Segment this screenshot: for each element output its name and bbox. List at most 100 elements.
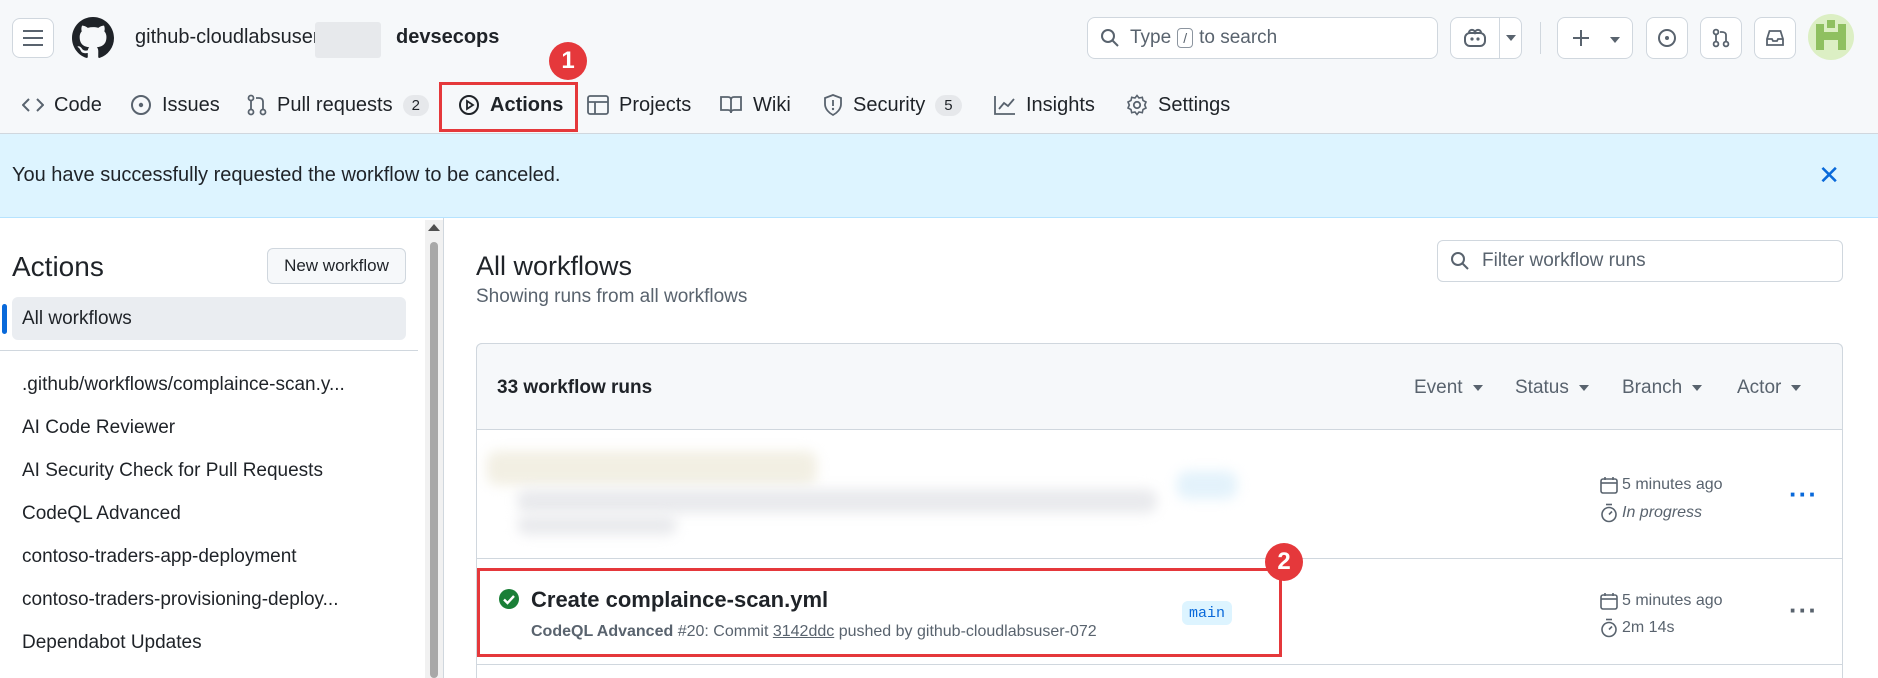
run-menu-kebab-icon[interactable]: ··· — [1789, 597, 1818, 623]
search-input[interactable]: Type / to search — [1087, 17, 1438, 59]
flash-message: You have successfully requested the work… — [12, 164, 561, 186]
search-shortcut: / — [1177, 28, 1194, 48]
run-duration: 2m 14s — [1600, 618, 1674, 638]
tab-code[interactable]: Code — [22, 76, 102, 134]
sidebar-item-workflow[interactable]: CodeQL Advanced — [22, 503, 181, 525]
tab-issues[interactable]: Issues — [130, 76, 220, 134]
tab-settings[interactable]: Settings — [1126, 76, 1230, 134]
scroll-up-icon[interactable] — [428, 224, 440, 231]
tab-label: Insights — [1026, 93, 1095, 116]
highlight-run-row — [477, 568, 1282, 657]
run-time: 5 minutes ago — [1600, 592, 1723, 610]
sidebar-title: Actions — [12, 251, 104, 282]
repo-name[interactable]: devsecops — [396, 26, 499, 49]
filter-label: Actor — [1737, 377, 1782, 398]
branch-filter[interactable]: Branch — [1622, 377, 1703, 399]
graph-icon — [994, 96, 1015, 115]
tab-label: Code — [54, 93, 102, 116]
sidebar-item-workflow[interactable]: .github/workflows/complaince-scan.y... — [22, 374, 345, 396]
sidebar-scrollbar-thumb[interactable] — [430, 242, 438, 678]
stopwatch-icon — [1601, 618, 1617, 638]
status-filter[interactable]: Status — [1515, 377, 1589, 399]
sidebar-item-workflow[interactable]: contoso-traders-app-deployment — [22, 546, 297, 568]
org-name[interactable]: github-cloudlabsuser — [135, 26, 320, 49]
copilot-button[interactable] — [1450, 17, 1522, 59]
menu-button[interactable] — [12, 18, 54, 58]
issues-button[interactable] — [1646, 17, 1688, 59]
calendar-icon — [1600, 593, 1618, 610]
plus-icon — [1573, 30, 1589, 46]
close-icon[interactable]: ✕ — [1818, 162, 1840, 188]
chevron-down-icon[interactable] — [1506, 35, 1516, 41]
inbox-button[interactable] — [1754, 17, 1796, 59]
tab-label: Pull requests — [277, 93, 393, 116]
search-icon — [1451, 252, 1469, 270]
run-time: 5 minutes ago — [1600, 476, 1723, 494]
avatar[interactable] — [1808, 14, 1854, 60]
filter-label: Status — [1515, 377, 1569, 398]
sidebar-item-workflow[interactable]: Dependabot Updates — [22, 632, 202, 654]
blurred-run-info — [487, 451, 817, 485]
runs-count: 33 workflow runs — [497, 377, 653, 398]
tab-projects[interactable]: Projects — [587, 76, 691, 134]
table-icon — [587, 95, 609, 115]
hamburger-icon — [23, 30, 43, 46]
identicon-icon — [1816, 20, 1846, 50]
filter-runs-input[interactable]: Filter workflow runs — [1437, 240, 1843, 282]
stopwatch-icon — [1601, 503, 1617, 523]
sidebar-item-workflow[interactable]: AI Code Reviewer — [22, 417, 175, 439]
table-row[interactable] — [477, 431, 1842, 558]
create-new-button[interactable] — [1557, 17, 1633, 59]
shield-icon — [824, 94, 842, 116]
pull-requests-count: 2 — [402, 94, 429, 116]
copilot-icon — [1464, 28, 1486, 47]
issue-opened-icon — [131, 95, 151, 115]
actor-filter[interactable]: Actor — [1737, 377, 1802, 399]
search-prefix: Type — [1130, 27, 1172, 48]
tab-wiki[interactable]: Wiki — [719, 76, 791, 134]
new-workflow-button[interactable]: New workflow — [267, 248, 406, 284]
chevron-down-icon — [1610, 37, 1620, 43]
tab-label: Settings — [1158, 93, 1231, 116]
inbox-icon — [1766, 30, 1784, 46]
run-duration-text: 2m 14s — [1622, 619, 1675, 636]
blurred-branch — [1177, 471, 1237, 499]
tab-security[interactable]: Security 5 — [823, 76, 962, 134]
tab-label: Wiki — [753, 93, 791, 116]
sidebar-divider — [0, 350, 418, 351]
event-filter[interactable]: Event — [1414, 377, 1483, 399]
sidebar-item-all-workflows[interactable]: All workflows — [12, 297, 406, 340]
blurred-run-info — [517, 515, 677, 535]
run-duration: In progress — [1600, 503, 1702, 523]
gear-icon — [1126, 94, 1148, 116]
tab-label: Issues — [162, 93, 220, 116]
security-count: 5 — [935, 94, 962, 116]
sidebar-item-workflow[interactable]: AI Security Check for Pull Requests — [22, 460, 323, 482]
annotation-marker-1: 1 — [549, 42, 587, 80]
chevron-down-icon — [1692, 385, 1703, 391]
sidebar-border — [443, 218, 444, 678]
run-menu-kebab-icon[interactable]: ··· — [1789, 481, 1818, 507]
run-time-text: 5 minutes ago — [1622, 476, 1723, 493]
sidebar-item-label: All workflows — [22, 307, 132, 329]
tab-pull-requests[interactable]: Pull requests 2 — [247, 76, 429, 134]
active-item-indicator — [2, 304, 7, 334]
chevron-down-icon — [1578, 385, 1589, 391]
highlight-actions-tab — [439, 82, 578, 132]
calendar-icon — [1600, 477, 1618, 494]
page-subtitle: Showing runs from all workflows — [476, 286, 748, 307]
header-divider — [1540, 22, 1541, 54]
page-title: All workflows — [476, 251, 633, 281]
sidebar-item-workflow[interactable]: contoso-traders-provisioning-deploy... — [22, 589, 338, 611]
filter-placeholder: Filter workflow runs — [1482, 250, 1646, 271]
tab-insights[interactable]: Insights — [994, 76, 1095, 134]
pull-requests-button[interactable] — [1700, 17, 1742, 59]
annotation-marker-2: 2 — [1265, 543, 1303, 581]
run-duration-text: In progress — [1622, 504, 1703, 521]
github-logo-icon[interactable] — [72, 17, 114, 59]
flash-banner: You have successfully requested the work… — [0, 134, 1878, 218]
run-time-text: 5 minutes ago — [1622, 592, 1723, 609]
tab-label: Security — [853, 93, 926, 116]
book-icon — [720, 96, 742, 114]
issue-opened-icon — [1658, 29, 1676, 47]
